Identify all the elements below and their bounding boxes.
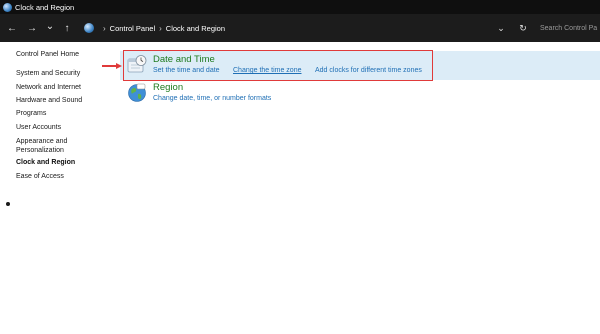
sidebar-item-network-and-internet[interactable]: Network and Internet <box>16 83 81 93</box>
sidebar-item-user-accounts[interactable]: User Accounts <box>16 123 61 133</box>
sidebar: Control Panel Home System and Security N… <box>0 42 120 334</box>
breadcrumb-control-panel[interactable]: Control Panel <box>110 24 155 33</box>
up-arrow-icon[interactable]: ↑ <box>58 19 76 37</box>
forward-arrow-icon[interactable]: → <box>23 19 41 37</box>
recent-locations-chevron-icon[interactable]: ⌄ <box>41 17 59 35</box>
breadcrumb-separator-icon: › <box>103 23 106 33</box>
control-panel-location-icon <box>84 23 94 33</box>
control-panel-icon <box>3 2 12 12</box>
sidebar-item-appearance-line2[interactable]: Personalization <box>16 146 64 156</box>
sidebar-item-clock-and-region[interactable]: Clock and Region <box>16 158 75 168</box>
sidebar-item-ease-of-access[interactable]: Ease of Access <box>16 172 64 182</box>
sidebar-item-control-panel-home[interactable]: Control Panel Home <box>16 50 79 60</box>
sidebar-item-programs[interactable]: Programs <box>16 109 46 119</box>
breadcrumb-clock-and-region[interactable]: Clock and Region <box>166 24 225 33</box>
breadcrumb[interactable]: › Control Panel › Clock and Region <box>78 18 510 38</box>
region-globe-icon[interactable] <box>127 83 147 103</box>
sidebar-item-system-and-security[interactable]: System and Security <box>16 69 80 79</box>
refresh-icon[interactable]: ↻ <box>514 23 532 34</box>
category-title-region[interactable]: Region <box>153 82 183 93</box>
annotation-highlight-box <box>123 50 433 81</box>
sidebar-item-hardware-and-sound[interactable]: Hardware and Sound <box>16 96 82 106</box>
breadcrumb-separator-icon: › <box>159 23 162 33</box>
active-bullet-icon <box>6 202 10 206</box>
annotation-arrow-icon <box>116 62 122 69</box>
address-history-chevron-icon[interactable]: ⌄ <box>492 23 510 34</box>
back-arrow-icon[interactable]: ← <box>3 19 21 37</box>
address-bar-area: ← → ⌄ ↑ › Control Panel › Clock and Regi… <box>0 14 600 42</box>
search-input[interactable]: Search Control Pa <box>536 20 600 36</box>
title-bar: Clock and Region <box>0 0 600 14</box>
window-title: Clock and Region <box>15 2 75 12</box>
link-change-formats[interactable]: Change date, time, or number formats <box>153 95 271 102</box>
